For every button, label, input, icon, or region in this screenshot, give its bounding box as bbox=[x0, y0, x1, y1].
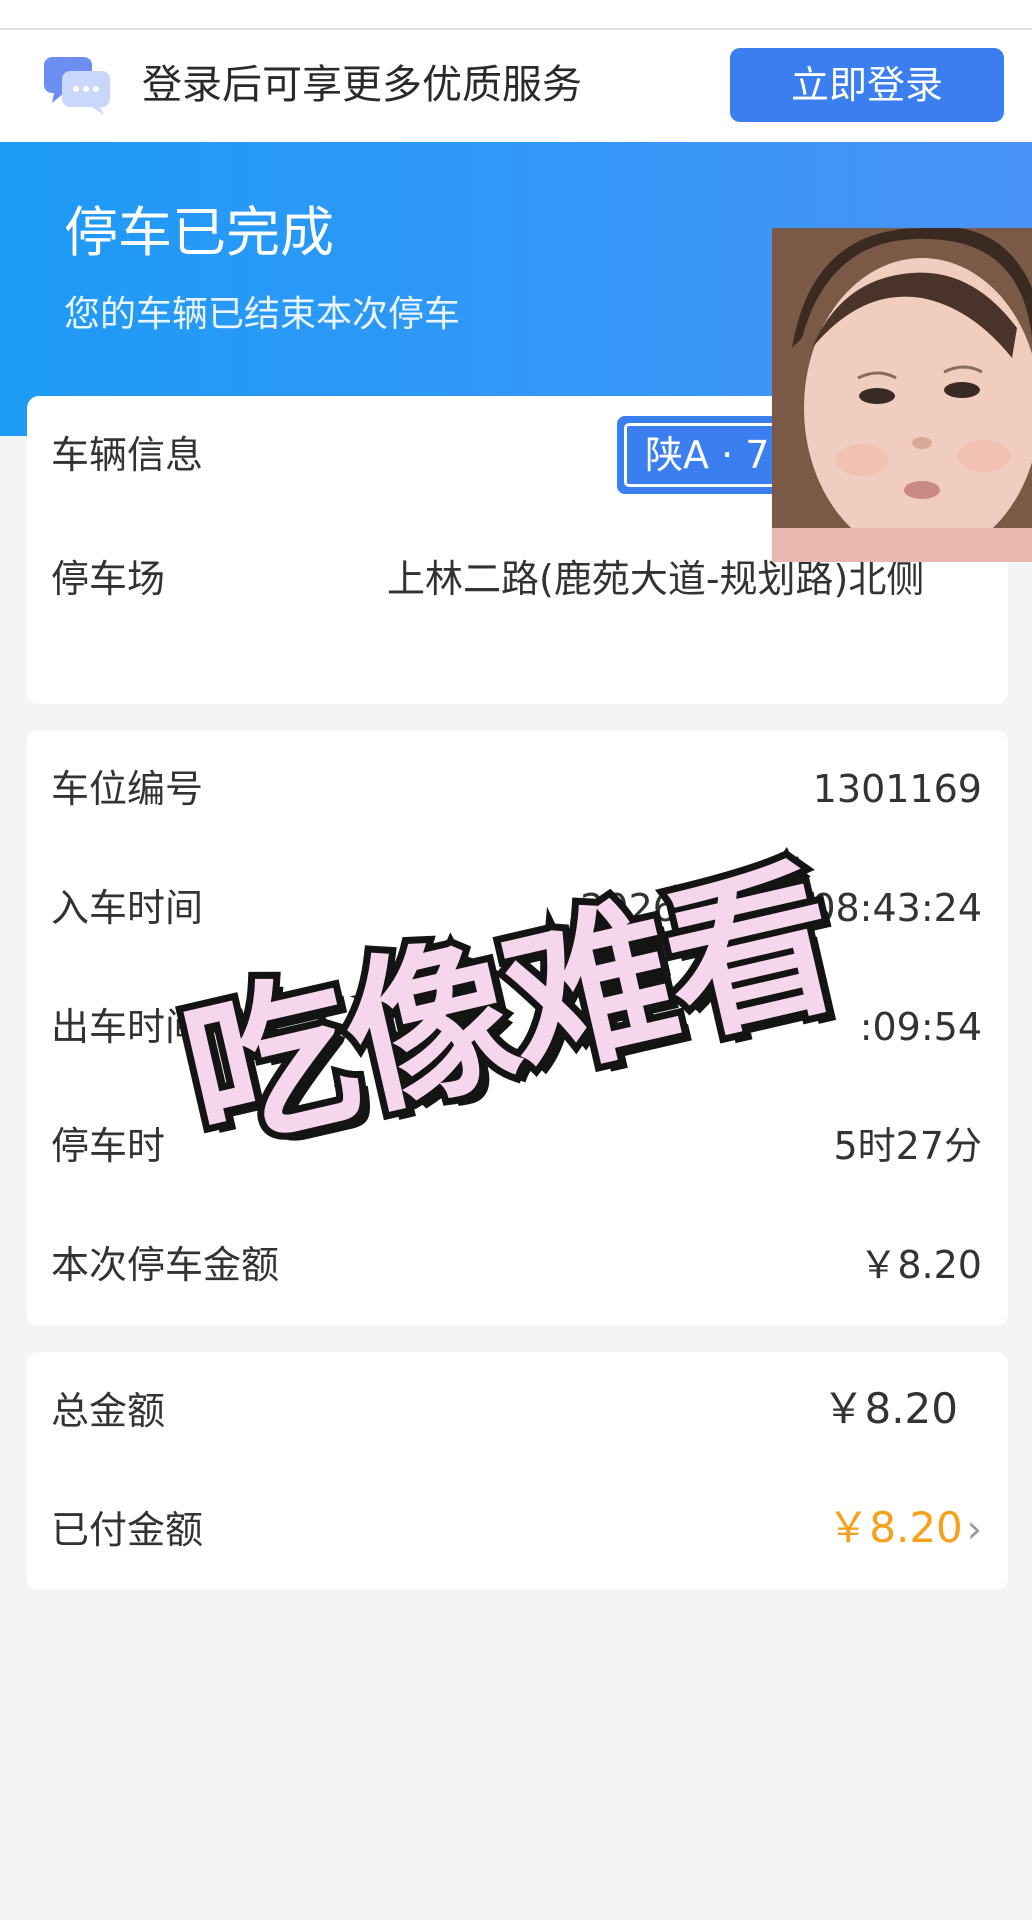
paid-amount-link[interactable]: ￥8.20 › bbox=[827, 1503, 982, 1554]
toddler-face-illustration bbox=[772, 228, 1032, 562]
paid-amount-value: ￥8.20 bbox=[827, 1503, 963, 1552]
exit-time-value: :09:54 bbox=[859, 1005, 982, 1049]
total-amount-label: 总金额 bbox=[51, 1389, 166, 1433]
space-number-label: 车位编号 bbox=[51, 767, 204, 811]
paid-amount-label: 已付金额 bbox=[51, 1508, 204, 1552]
entry-time-label: 入车时间 bbox=[51, 886, 204, 930]
total-amount-value: ￥8.20 bbox=[822, 1384, 958, 1433]
login-prompt: 登录后可享更多优质服务 bbox=[142, 62, 582, 108]
duration-value: 5时27分 bbox=[833, 1124, 982, 1168]
chat-bubble-icon bbox=[44, 57, 110, 115]
chevron-right-icon: › bbox=[966, 1507, 982, 1551]
banner-title: 停车已完成 bbox=[64, 201, 334, 264]
login-button[interactable]: 立即登录 bbox=[730, 48, 1004, 122]
payment-card: 总金额 ￥8.20 已付金额 ￥8.20 › bbox=[27, 1352, 1008, 1590]
toddler-face-photo bbox=[772, 228, 1032, 562]
space-number-value: 1301169 bbox=[812, 767, 982, 811]
fee-label: 本次停车金额 bbox=[51, 1243, 280, 1287]
status-strip bbox=[0, 0, 1032, 30]
fee-value: ￥8.20 bbox=[859, 1243, 982, 1287]
vehicle-info-label: 车辆信息 bbox=[51, 433, 204, 477]
parking-lot-label: 停车场 bbox=[51, 557, 166, 601]
banner-subtitle: 您的车辆已结束本次停车 bbox=[64, 294, 461, 335]
duration-label: 停车时 bbox=[51, 1124, 166, 1168]
login-bar: 登录后可享更多优质服务 立即登录 bbox=[0, 30, 1032, 142]
